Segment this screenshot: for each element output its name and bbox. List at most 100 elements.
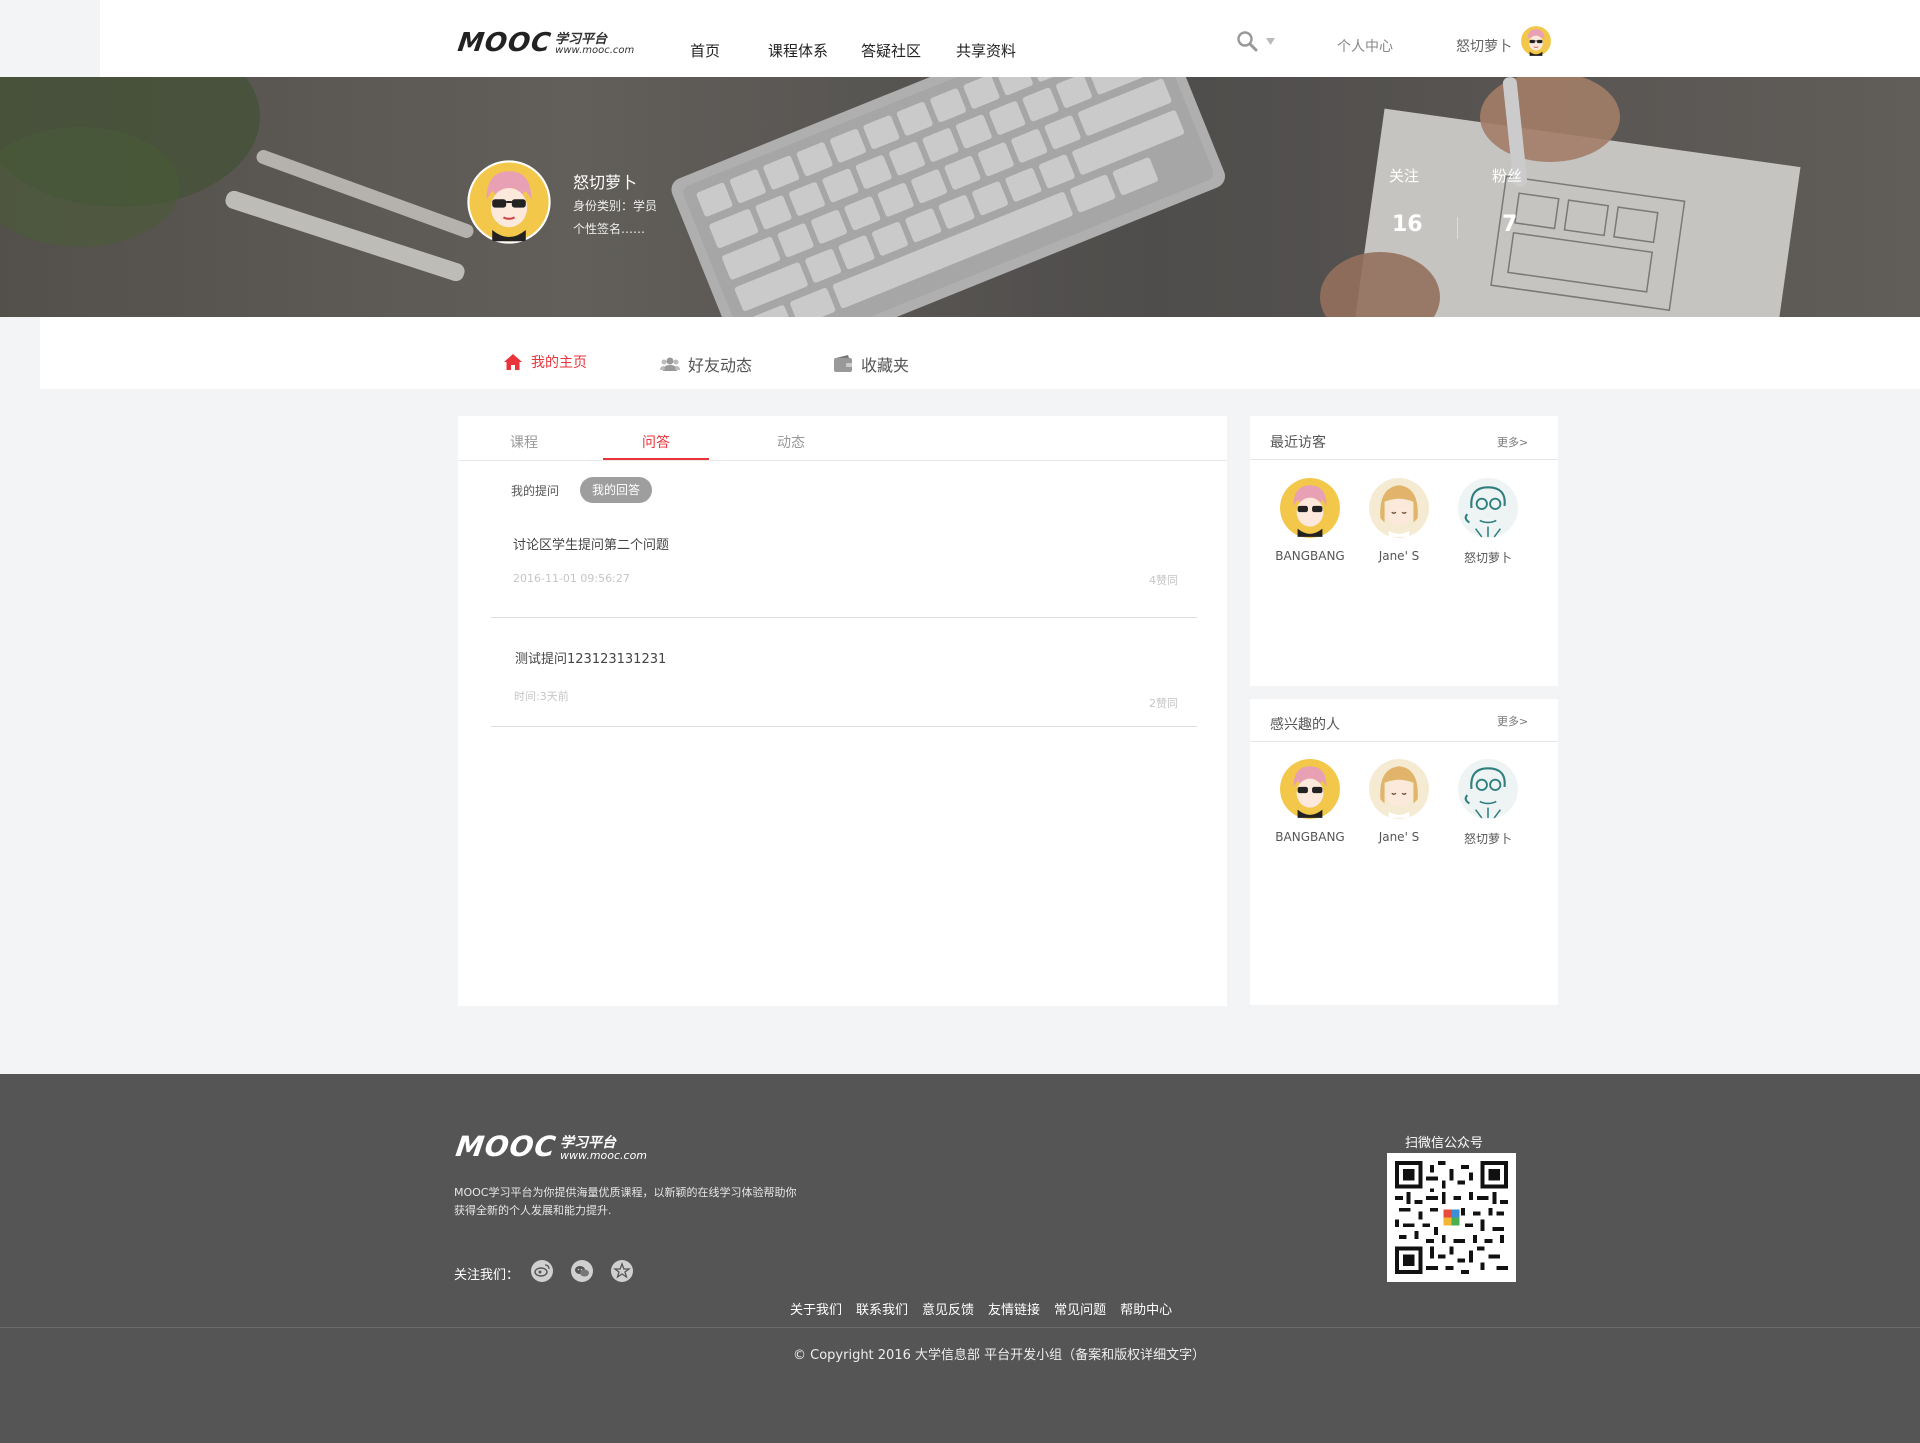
subtab-divider <box>458 460 1227 461</box>
site-footer <box>0 1074 1920 1443</box>
footer-logo[interactable]: MOOC 学习平台 www.mooc.com <box>453 1130 648 1163</box>
subtab-activity[interactable]: 动态 <box>761 432 821 452</box>
footer-link-help[interactable]: 帮助中心 <box>1120 1299 1172 1318</box>
question-likes: 4赞同 <box>1149 574 1178 587</box>
profile-name: 怒切萝卜 <box>573 173 638 192</box>
copyright-text: © Copyright 2016 大学信息部 平台开发小组（备案和版权详细文字） <box>793 1348 1206 1363</box>
nav-community[interactable]: 答疑社区 <box>861 40 921 61</box>
tab-label: 我的主页 <box>531 355 587 371</box>
user-avatar-icon <box>1369 759 1429 819</box>
content-panel <box>458 416 1227 1006</box>
search-icon <box>1237 31 1258 52</box>
footer-link-feedback[interactable]: 意见反馈 <box>922 1299 974 1318</box>
wallet-icon <box>834 355 852 372</box>
logo-url: www.mooc.com <box>555 45 635 56</box>
recent-visitors-more-link[interactable]: 更多> <box>1497 434 1528 450</box>
wechat-qr-code <box>1387 1153 1516 1282</box>
social-links <box>530 1259 634 1283</box>
friends-icon <box>660 357 680 371</box>
person-name: BANGBANG <box>1275 830 1345 844</box>
visitor-name: Jane' S <box>1378 549 1420 563</box>
row-divider <box>491 617 1197 618</box>
chevron-down-icon <box>1266 37 1275 45</box>
visitor-item[interactable]: BANGBANG <box>1270 477 1350 566</box>
person-name: Jane' S <box>1378 830 1420 844</box>
tab-label: 收藏夹 <box>861 356 910 375</box>
panel-divider <box>1250 741 1558 742</box>
follow-count[interactable]: 16 <box>1392 212 1423 237</box>
footer-link-faq[interactable]: 常见问题 <box>1054 1299 1106 1318</box>
qr-code-icon <box>1395 1161 1508 1274</box>
nav-home[interactable]: 首页 <box>690 40 720 61</box>
profile-identity: 身份类别：学员 <box>573 199 658 213</box>
interested-people-title: 感兴趣的人 <box>1270 717 1340 733</box>
logo-mark: MOOC <box>455 28 554 58</box>
active-subtab-indicator <box>603 458 709 460</box>
person-item[interactable]: Jane' S <box>1359 758 1439 847</box>
question-title[interactable]: 讨论区学生提问第二个问题 <box>513 534 1191 553</box>
profile-avatar[interactable] <box>467 160 551 244</box>
row-divider <box>491 726 1197 727</box>
search-toggle[interactable] <box>1236 30 1275 52</box>
footer-link-about[interactable]: 关于我们 <box>790 1299 842 1318</box>
question-time: 时间:3天前 <box>514 690 569 703</box>
panel-divider <box>1250 459 1558 460</box>
user-avatar-icon <box>1520 25 1552 57</box>
user-avatar-icon <box>1280 478 1340 538</box>
tab-friend-feed[interactable]: 好友动态 <box>660 352 752 376</box>
home-icon <box>504 354 522 370</box>
star-icon[interactable] <box>610 1259 634 1283</box>
footer-link-contact[interactable]: 联系我们 <box>856 1299 908 1318</box>
footer-logo-mark: MOOC <box>453 1130 559 1163</box>
tab-my-home[interactable]: 我的主页 <box>503 352 587 372</box>
subtab-qa[interactable]: 问答 <box>603 432 709 452</box>
person-name: 怒切萝卜 <box>1463 832 1512 846</box>
site-logo[interactable]: MOOC 学习平台 www.mooc.com <box>455 28 635 58</box>
interested-people-panel <box>1250 699 1558 1005</box>
user-avatar-icon <box>1280 759 1340 819</box>
interested-people-more-link[interactable]: 更多> <box>1497 713 1528 729</box>
filter-my-answers[interactable]: 我的回答 <box>580 477 652 503</box>
footer-links: 关于我们 联系我们 意见反馈 友情链接 常见问题 帮助中心 <box>790 1299 1172 1318</box>
visitor-item[interactable]: Jane' S <box>1359 477 1439 566</box>
user-avatar-icon <box>1369 478 1429 538</box>
person-item[interactable]: 怒切萝卜 <box>1448 758 1528 847</box>
list-item[interactable]: 测试提问123123131231 <box>491 648 1191 667</box>
footer-desc-line: 获得全新的个人发展和能力提升. <box>454 1204 612 1217</box>
interested-list: BANGBANG Jane' S 怒切萝卜 <box>1270 758 1528 847</box>
user-avatar-icon <box>467 160 551 244</box>
weibo-icon[interactable] <box>530 1259 554 1283</box>
tab-label: 好友动态 <box>688 356 753 375</box>
footer-logo-url: www.mooc.com <box>560 1149 648 1162</box>
header-avatar[interactable] <box>1520 25 1552 61</box>
user-center-link[interactable]: 个人中心 <box>1337 36 1393 56</box>
nav-resources[interactable]: 共享资料 <box>956 40 1016 61</box>
header-username[interactable]: 怒切萝卜 <box>1456 36 1512 56</box>
footer-divider <box>0 1327 1920 1328</box>
user-avatar-icon <box>1458 478 1518 538</box>
visitor-list: BANGBANG Jane' S 怒切萝卜 <box>1270 477 1528 566</box>
visitor-item[interactable]: 怒切萝卜 <box>1448 477 1528 566</box>
wechat-icon[interactable] <box>570 1259 594 1283</box>
profile-banner: 怒切萝卜 身份类别：学员 个性签名…… 关注 粉丝 16 7 <box>0 77 1920 317</box>
tab-favorites[interactable]: 收藏夹 <box>833 352 909 376</box>
user-avatar-icon <box>1458 759 1518 819</box>
follow-us-label: 关注我们： <box>454 1268 520 1283</box>
list-item[interactable]: 讨论区学生提问第二个问题 <box>491 534 1191 553</box>
fans-count[interactable]: 7 <box>1502 212 1517 237</box>
qr-title: 扫微信公众号 <box>1405 1136 1484 1151</box>
person-item[interactable]: BANGBANG <box>1270 758 1350 847</box>
banner-image <box>0 77 1920 317</box>
subtab-courses[interactable]: 课程 <box>494 432 554 452</box>
fans-label: 粉丝 <box>1492 167 1523 185</box>
filter-my-questions[interactable]: 我的提问 <box>511 482 559 499</box>
footer-description: MOOC学习平台为你提供海量优质课程，以新颖的在线学习体验帮助你 获得全新的个人… <box>454 1184 797 1220</box>
question-likes: 2赞同 <box>1149 697 1178 710</box>
visitor-name: 怒切萝卜 <box>1463 551 1512 565</box>
recent-visitors-title: 最近访客 <box>1270 435 1326 451</box>
footer-link-friends[interactable]: 友情链接 <box>988 1299 1040 1318</box>
footer-desc-line: MOOC学习平台为你提供海量优质课程，以新颖的在线学习体验帮助你 <box>454 1186 797 1199</box>
question-title[interactable]: 测试提问123123131231 <box>515 648 1191 667</box>
nav-courses[interactable]: 课程体系 <box>768 40 828 61</box>
left-strip <box>0 0 100 77</box>
